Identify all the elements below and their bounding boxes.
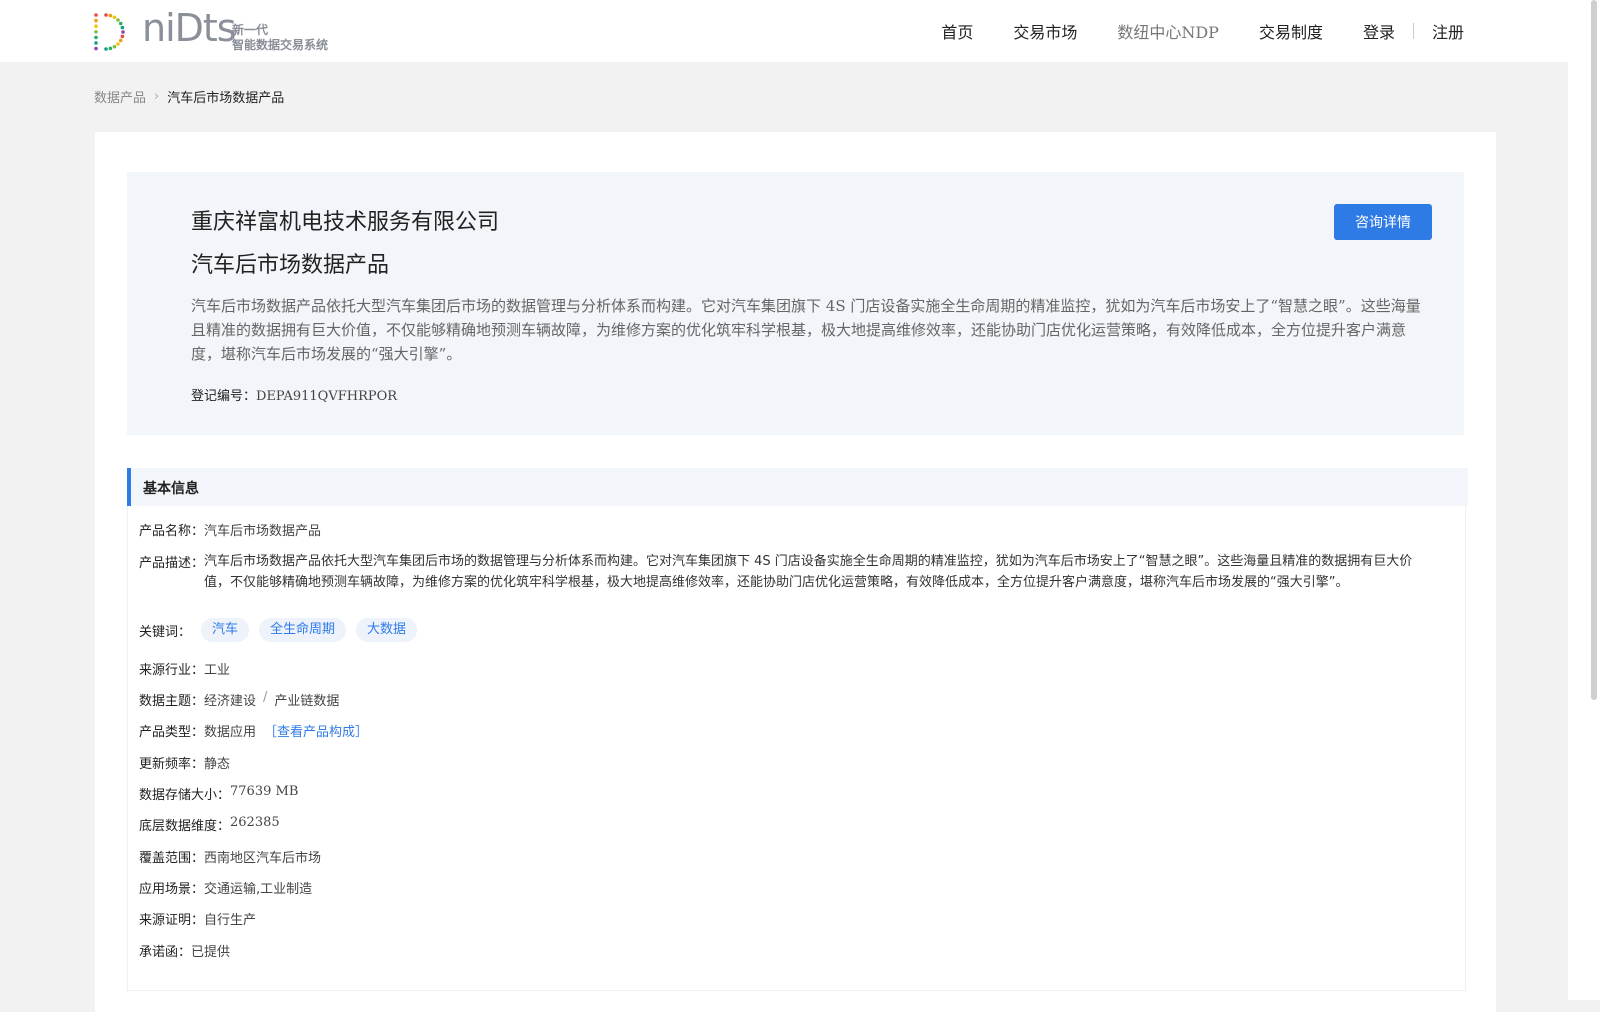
nav-home[interactable]: 首页 [941, 19, 973, 43]
field-label: 产品类型： [139, 725, 205, 740]
field-label: 底层数据维度： [139, 819, 231, 834]
info-row-proof: 来源证明： 自行生产 [139, 909, 256, 928]
info-row-storage: 数据存储大小： 77639 MB [139, 784, 298, 803]
field-label: 覆盖范围： [139, 851, 205, 866]
basic-info-section: 基本信息 产品名称： 汽车后市场数据产品 产品描述： 汽车后市场数据产品依托大型… [127, 468, 1468, 991]
registration-number: 登记编号：DEPA911QVFHRPOR [191, 385, 397, 404]
field-label: 产品名称： [139, 524, 205, 539]
nav-divider [1412, 23, 1414, 39]
breadcrumb-current: 汽车后市场数据产品 [167, 91, 285, 106]
field-value: 汽车后市场数据产品 [204, 524, 322, 539]
product-summary: 汽车后市场数据产品依托大型汽车集团后市场的数据管理与分析体系而构建。它对汽车集团… [191, 297, 1421, 363]
main-nav: 首页 交易市场 数纽中心NDP 交易制度 登录 注册 [901, 0, 1464, 62]
field-label: 承诺函： [139, 945, 192, 960]
field-label: 更新频率： [139, 757, 205, 772]
info-row-industry: 来源行业： 工业 [139, 659, 230, 678]
field-label: 数据主题： [139, 694, 205, 709]
separator: / [263, 690, 268, 705]
breadcrumb-parent[interactable]: 数据产品 [94, 87, 146, 106]
basic-info-title: 基本信息 [143, 481, 199, 497]
view-composition-link[interactable]: ［查看产品构成］ [264, 721, 368, 740]
field-label: 产品描述： [139, 556, 205, 571]
info-row-theme: 数据主题： 经济建设 / 产业链数据 [139, 690, 339, 709]
nav-register[interactable]: 注册 [1432, 19, 1464, 43]
nav-login[interactable]: 登录 [1363, 19, 1395, 43]
field-label: 来源证明： [139, 913, 205, 928]
nav-ndp[interactable]: 数纽中心NDP [1117, 19, 1219, 43]
info-row-frequency: 更新频率： 静态 [139, 753, 230, 772]
field-value: 77639 MB [230, 784, 299, 799]
info-row-keywords: 关键词： 汽车 全生命周期 大数据 [139, 618, 418, 642]
nav-market[interactable]: 交易市场 [1013, 19, 1077, 43]
consult-button[interactable]: 咨询详情 [1334, 204, 1432, 240]
nav-rules[interactable]: 交易制度 [1259, 19, 1323, 43]
field-value: 已提供 [191, 945, 231, 960]
site-logo[interactable]: niDts 新一代 智能数据交易系统 [92, 6, 352, 52]
field-value: 自行生产 [204, 913, 257, 928]
field-label: 应用场景： [139, 882, 205, 897]
logo-d-mark-icon [94, 13, 125, 51]
registration-value: DEPA911QVFHRPOR [256, 389, 398, 404]
field-value: 经济建设 [204, 694, 257, 709]
field-label: 来源行业： [139, 663, 205, 678]
product-detail-card: 重庆祥富机电技术服务有限公司 汽车后市场数据产品 咨询详情 汽车后市场数据产品依… [95, 132, 1496, 1012]
top-header: niDts 新一代 智能数据交易系统 首页 交易市场 数纽中心NDP 交易制度 … [0, 0, 1568, 62]
keyword-tag[interactable]: 大数据 [356, 618, 418, 642]
info-row-product-name: 产品名称： 汽车后市场数据产品 [139, 520, 321, 539]
field-value: 262385 [230, 815, 280, 830]
field-value: 静态 [204, 757, 231, 772]
scrollbar-thumb[interactable] [1591, 0, 1597, 700]
info-row-promise: 承诺函： 已提供 [139, 941, 230, 960]
keyword-tag[interactable]: 全生命周期 [259, 618, 347, 642]
field-label: 关键词： [139, 624, 192, 640]
field-value: 工业 [204, 663, 231, 678]
registration-label: 登记编号： [191, 389, 257, 404]
company-name: 重庆祥富机电技术服务有限公司 [191, 210, 500, 235]
product-title: 汽车后市场数据产品 [191, 253, 390, 278]
field-value: 数据应用 [204, 725, 257, 740]
basic-info-header: 基本信息 [127, 468, 1468, 506]
info-row-product-desc: 产品描述： 汽车后市场数据产品依托大型汽车集团后市场的数据管理与分析体系而构建。… [139, 552, 1416, 593]
field-value: 产业链数据 [274, 694, 340, 709]
logo-wordmark: niDts [142, 6, 237, 50]
field-value: 交通运输,工业制造 [204, 882, 313, 897]
field-label: 数据存储大小： [139, 788, 231, 803]
breadcrumb: 数据产品 › 汽车后市场数据产品 [94, 87, 284, 106]
info-row-scenario: 应用场景： 交通运输,工业制造 [139, 878, 312, 897]
logo-subtitle-line2: 智能数据交易系统 [232, 38, 329, 52]
product-hero: 重庆祥富机电技术服务有限公司 汽车后市场数据产品 咨询详情 汽车后市场数据产品依… [127, 172, 1464, 435]
info-row-coverage: 覆盖范围： 西南地区汽车后市场 [139, 847, 321, 866]
page-scrollbar[interactable] [1568, 0, 1600, 1000]
info-row-dimension: 底层数据维度： 262385 [139, 815, 280, 834]
field-value: 汽车后市场数据产品依托大型汽车集团后市场的数据管理与分析体系而构建。它对汽车集团… [204, 554, 1413, 590]
chevron-right-icon: › [154, 89, 160, 104]
field-value: 西南地区汽车后市场 [204, 851, 322, 866]
info-row-product-type: 产品类型： 数据应用 ［查看产品构成］ [139, 721, 368, 740]
keyword-tag[interactable]: 汽车 [201, 618, 250, 642]
